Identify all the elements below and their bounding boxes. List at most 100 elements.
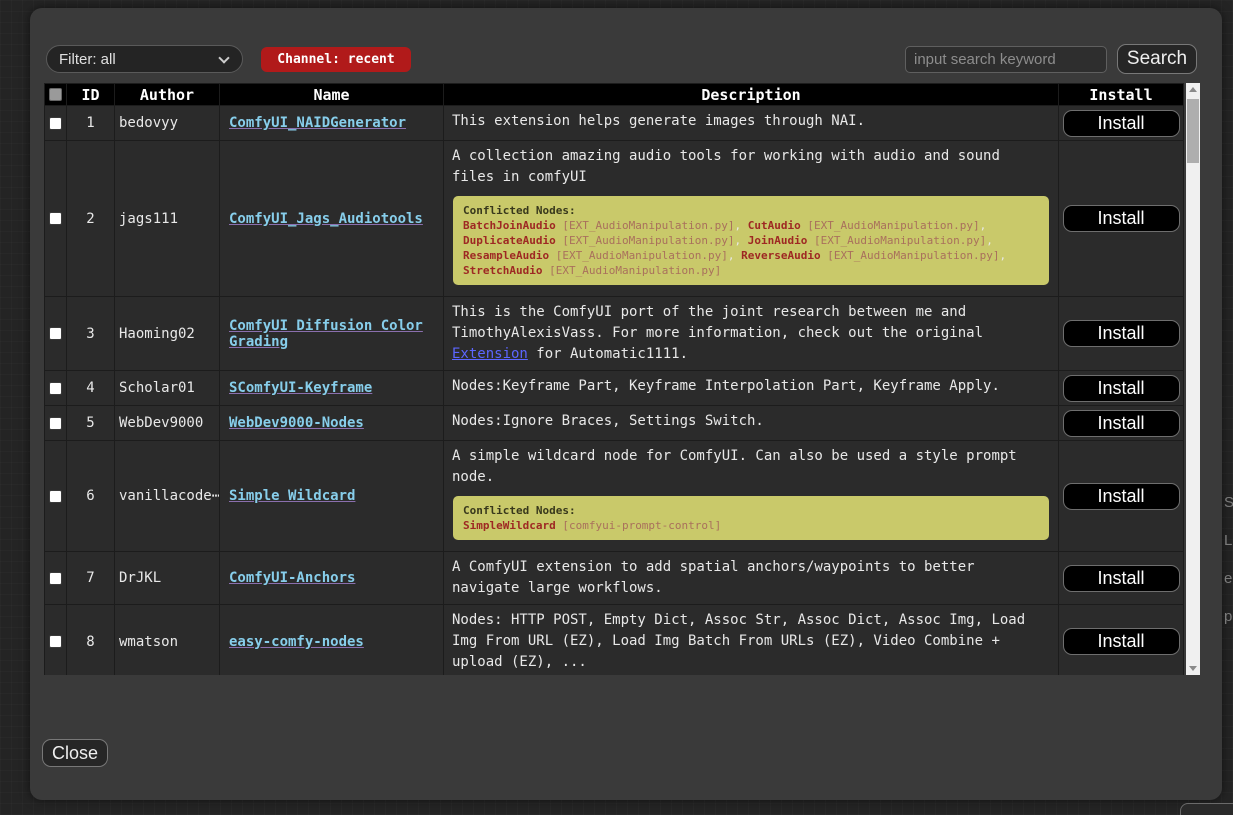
- row-checkbox[interactable]: [49, 572, 62, 585]
- conflict-node-name: StretchAudio: [463, 264, 542, 277]
- chevron-down-icon: [218, 52, 229, 63]
- row-checkbox-cell: [45, 605, 67, 676]
- extension-name-link[interactable]: Simple Wildcard: [229, 488, 355, 504]
- row-author: WebDev9000: [115, 406, 220, 441]
- conflict-node-file: [EXT_AudioManipulation.py]: [801, 219, 980, 232]
- table-scrollbar[interactable]: [1186, 83, 1200, 675]
- row-description-cell: A collection amazing audio tools for wor…: [444, 141, 1059, 297]
- conflict-node-file: [EXT_AudioManipulation.py]: [821, 249, 1000, 262]
- row-description: Nodes:Keyframe Part, Keyframe Interpolat…: [452, 376, 1050, 397]
- row-install-cell: Install: [1059, 605, 1184, 676]
- table-row: 7 DrJKL ComfyUI-Anchors A ComfyUI extens…: [45, 552, 1184, 605]
- row-author: vanillacode⋯: [115, 441, 220, 552]
- conflict-list: SimpleWildcard [comfyui-prompt-control]: [463, 518, 1039, 533]
- row-description: Nodes: HTTP POST, Empty Dict, Assoc Str,…: [452, 610, 1050, 673]
- extension-name-link[interactable]: WebDev9000-Nodes: [229, 415, 364, 431]
- conflict-node-name: BatchJoinAudio: [463, 219, 556, 232]
- row-author: DrJKL: [115, 552, 220, 605]
- table-row: 3 Haoming02 ComfyUI Diffusion Color Grad…: [45, 297, 1184, 371]
- install-button[interactable]: Install: [1063, 565, 1180, 592]
- extension-name-link[interactable]: ComfyUI Diffusion Color Grading: [229, 318, 423, 350]
- close-button[interactable]: Close: [42, 739, 108, 767]
- row-name-cell: ComfyUI-Anchors: [220, 552, 444, 605]
- background-menu-fragment: S: [1224, 494, 1233, 511]
- header-author: Author: [115, 84, 220, 106]
- row-checkbox[interactable]: [49, 382, 62, 395]
- channel-badge-button[interactable]: Channel: recent: [261, 47, 411, 72]
- install-button[interactable]: Install: [1063, 410, 1180, 437]
- row-install-cell: Install: [1059, 441, 1184, 552]
- row-name-cell: ComfyUI_Jags_Audiotools: [220, 141, 444, 297]
- description-inline-link[interactable]: Extension: [452, 346, 528, 362]
- extension-name-link[interactable]: ComfyUI_Jags_Audiotools: [229, 211, 423, 227]
- header-install: Install: [1059, 84, 1184, 106]
- row-name-cell: ComfyUI Diffusion Color Grading: [220, 297, 444, 371]
- conflict-box: Conflicted Nodes: BatchJoinAudio [EXT_Au…: [453, 196, 1049, 285]
- row-checkbox-cell: [45, 106, 67, 141]
- row-author: jags111: [115, 141, 220, 297]
- row-checkbox-cell: [45, 141, 67, 297]
- header-checkbox-cell: [45, 84, 67, 106]
- search-input[interactable]: [905, 46, 1107, 73]
- filter-select-value: Filter: all: [59, 51, 116, 68]
- conflict-node-file: [comfyui-prompt-control]: [556, 519, 722, 532]
- row-name-cell: SComfyUI-Keyframe: [220, 371, 444, 406]
- row-name-cell: ComfyUI_NAIDGenerator: [220, 106, 444, 141]
- install-button[interactable]: Install: [1063, 205, 1180, 232]
- install-button[interactable]: Install: [1063, 628, 1180, 655]
- row-description-cell: This is the ComfyUI port of the joint re…: [444, 297, 1059, 371]
- install-button[interactable]: Install: [1063, 110, 1180, 137]
- filter-select[interactable]: Filter: all: [46, 45, 243, 73]
- row-checkbox-cell: [45, 297, 67, 371]
- background-menu-fragment: e: [1224, 570, 1232, 587]
- install-button[interactable]: Install: [1063, 483, 1180, 510]
- extension-name-link[interactable]: ComfyUI-Anchors: [229, 570, 355, 586]
- table-header-row: ID Author Name Description Install: [45, 84, 1184, 106]
- row-description-cell: A simple wildcard node for ComfyUI. Can …: [444, 441, 1059, 552]
- table-row: 1 bedovyy ComfyUI_NAIDGenerator This ext…: [45, 106, 1184, 141]
- row-description: A simple wildcard node for ComfyUI. Can …: [452, 446, 1050, 488]
- row-checkbox[interactable]: [49, 327, 62, 340]
- extension-name-link[interactable]: ComfyUI_NAIDGenerator: [229, 115, 406, 131]
- scrollbar-down-arrow-icon[interactable]: [1186, 661, 1200, 675]
- table-row: 8 wmatson easy-comfy-nodes Nodes: HTTP P…: [45, 605, 1184, 676]
- row-description-cell: Nodes: HTTP POST, Empty Dict, Assoc Str,…: [444, 605, 1059, 676]
- table-row: 6 vanillacode⋯ Simple Wildcard A simple …: [45, 441, 1184, 552]
- conflict-title: Conflicted Nodes:: [463, 503, 1039, 518]
- row-id: 2: [67, 141, 115, 297]
- search-button[interactable]: Search: [1117, 44, 1197, 74]
- row-description-cell: A ComfyUI extension to add spatial ancho…: [444, 552, 1059, 605]
- extension-name-link[interactable]: SComfyUI-Keyframe: [229, 380, 372, 396]
- row-name-cell: Simple Wildcard: [220, 441, 444, 552]
- row-description-cell: Nodes:Ignore Braces, Settings Switch.: [444, 406, 1059, 441]
- table-row: 2 jags111 ComfyUI_Jags_Audiotools A coll…: [45, 141, 1184, 297]
- row-description: This extension helps generate images thr…: [452, 111, 1050, 132]
- row-checkbox[interactable]: [49, 417, 62, 430]
- scrollbar-up-arrow-icon[interactable]: [1186, 83, 1200, 97]
- row-checkbox-cell: [45, 406, 67, 441]
- row-checkbox[interactable]: [49, 490, 62, 503]
- select-all-checkbox[interactable]: [49, 88, 62, 101]
- conflict-node-file: [EXT_AudioManipulation.py]: [556, 234, 735, 247]
- conflict-node-file: [EXT_AudioManipulation.py]: [549, 249, 728, 262]
- row-id: 4: [67, 371, 115, 406]
- row-id: 1: [67, 106, 115, 141]
- row-install-cell: Install: [1059, 406, 1184, 441]
- row-checkbox[interactable]: [49, 117, 62, 130]
- custom-nodes-dialog: Filter: all Channel: recent Search ID Au…: [30, 8, 1222, 800]
- extensions-table-zone: ID Author Name Description Install 1 bed…: [44, 83, 1201, 675]
- install-button[interactable]: Install: [1063, 320, 1180, 347]
- conflict-node-file: [EXT_AudioManipulation.py]: [556, 219, 735, 232]
- scrollbar-thumb[interactable]: [1187, 99, 1199, 163]
- conflict-list: BatchJoinAudio [EXT_AudioManipulation.py…: [463, 218, 1039, 278]
- background-menu-fragment: L: [1224, 532, 1232, 549]
- row-author: Scholar01: [115, 371, 220, 406]
- header-name: Name: [220, 84, 444, 106]
- conflict-node-name: DuplicateAudio: [463, 234, 556, 247]
- extension-name-link[interactable]: easy-comfy-nodes: [229, 634, 364, 650]
- conflict-title: Conflicted Nodes:: [463, 203, 1039, 218]
- install-button[interactable]: Install: [1063, 375, 1180, 402]
- row-checkbox[interactable]: [49, 212, 62, 225]
- row-checkbox[interactable]: [49, 635, 62, 648]
- table-row: 4 Scholar01 SComfyUI-Keyframe Nodes:Keyf…: [45, 371, 1184, 406]
